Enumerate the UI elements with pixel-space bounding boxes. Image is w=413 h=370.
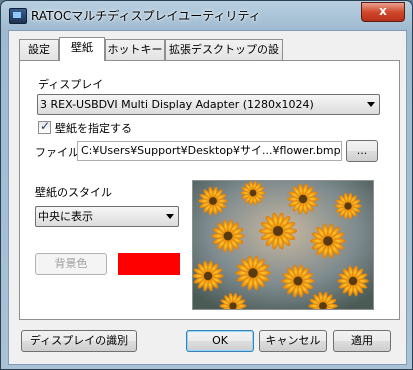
wallpaper-style-label: 壁紙のスタイル <box>35 186 112 199</box>
file-path-input[interactable]: C:¥Users¥Support¥Desktop¥サイ...¥flower.bm… <box>77 141 342 161</box>
ok-button[interactable]: OK <box>186 330 254 352</box>
tab-wallpaper[interactable]: 壁紙 <box>59 37 105 61</box>
monitor-app-icon <box>9 8 27 24</box>
specify-wallpaper-checkbox[interactable] <box>38 119 51 134</box>
dialog-body: 設定 壁紙 ホットキー 拡張デスクトップの設定 ディスプレイ 3 REX-USB… <box>8 30 407 365</box>
apply-button[interactable]: 適用 <box>333 330 391 352</box>
display-select[interactable]: 3 REX-USBDVI Multi Display Adapter (1280… <box>37 94 380 115</box>
wallpaper-style-value: 中央に表示 <box>38 210 93 223</box>
chevron-down-icon <box>166 214 174 219</box>
specify-wallpaper-label: 壁紙を指定する <box>55 122 132 135</box>
flower-photo-image <box>193 181 373 309</box>
display-select-value: 3 REX-USBDVI Multi Display Adapter (1280… <box>40 98 314 111</box>
display-label: ディスプレイ <box>38 78 104 91</box>
background-color-button[interactable]: 背景色 <box>35 253 107 275</box>
window-title: RATOCマルチディスプレイユーティリティ <box>31 9 261 23</box>
tab-hotkey[interactable]: ホットキー <box>105 39 165 60</box>
identify-display-button[interactable]: ディスプレイの識別 <box>21 330 137 352</box>
wallpaper-style-select[interactable]: 中央に表示 <box>35 206 179 227</box>
chevron-down-icon <box>367 102 375 107</box>
wallpaper-preview-image <box>192 180 374 310</box>
wallpaper-panel: ディスプレイ 3 REX-USBDVI Multi Display Adapte… <box>19 60 400 320</box>
tab-extended-desktop[interactable]: 拡張デスクトップの設定 <box>165 39 283 76</box>
app-window: RATOCマルチディスプレイユーティリティ x 設定 壁紙 ホットキー 拡張デス… <box>0 0 413 370</box>
file-label: ファイル <box>35 146 79 159</box>
tab-settings[interactable]: 設定 <box>19 39 59 60</box>
title-bar[interactable]: RATOCマルチディスプレイユーティリティ x <box>1 1 412 29</box>
close-button[interactable]: x <box>361 2 405 22</box>
background-color-swatch <box>118 253 180 275</box>
cancel-button[interactable]: キャンセル <box>259 330 327 352</box>
browse-button[interactable]: ... <box>346 140 378 162</box>
